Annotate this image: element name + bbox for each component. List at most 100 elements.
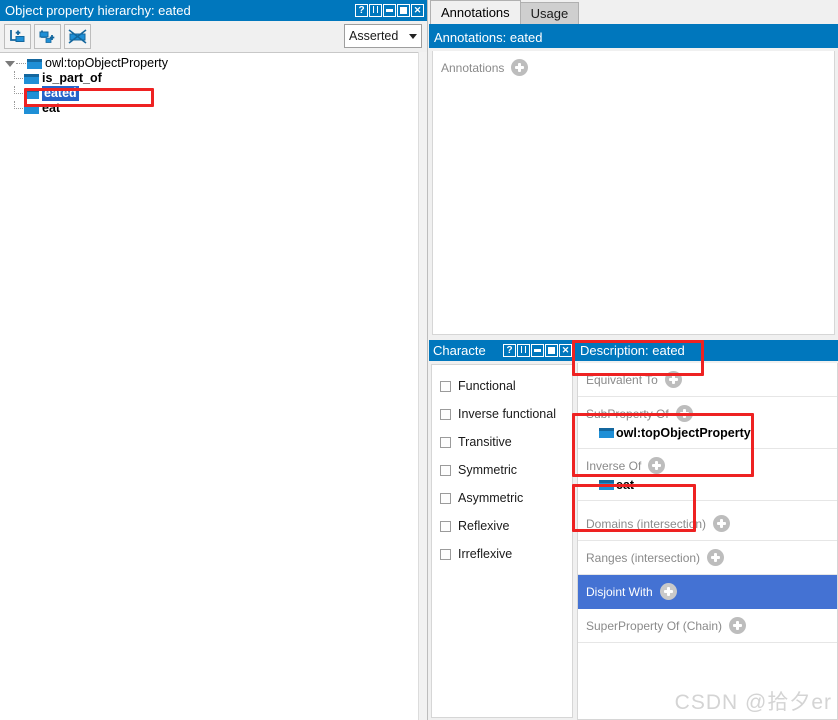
annotations-section: Annotations bbox=[433, 51, 834, 76]
chevron-down-icon bbox=[409, 33, 417, 39]
section-superproperty-of-chain: SuperProperty Of (Chain) bbox=[578, 609, 837, 643]
section-header: Ranges (intersection) bbox=[578, 541, 837, 568]
characteristics-panel-title: Characte bbox=[433, 343, 486, 358]
hierarchy-view-select[interactable]: Asserted bbox=[344, 24, 422, 48]
object-property-icon bbox=[24, 103, 39, 114]
description-panel-title: Description: eated bbox=[580, 343, 685, 358]
tab-annotations[interactable]: Annotations bbox=[430, 0, 521, 24]
checkbox-inverse-functional[interactable]: Inverse functional bbox=[432, 400, 572, 428]
add-range-button[interactable] bbox=[707, 549, 725, 566]
object-property-icon bbox=[24, 88, 39, 99]
object-property-icon bbox=[599, 480, 614, 490]
object-property-icon bbox=[27, 58, 42, 69]
section-label: SubProperty Of bbox=[586, 406, 669, 421]
delete-property-button[interactable] bbox=[64, 24, 91, 49]
object-property-hierarchy-panel: Object property hierarchy: eated ? ✕ Ass… bbox=[0, 0, 428, 720]
checkbox-asymmetric[interactable]: Asymmetric bbox=[432, 484, 572, 512]
help-icon[interactable] bbox=[503, 344, 516, 357]
section-subproperty-of: SubProperty Of owl:topObjectProperty bbox=[578, 397, 837, 449]
checkbox-label: Symmetric bbox=[458, 463, 518, 477]
add-domain-button[interactable] bbox=[713, 515, 731, 532]
split-icon[interactable] bbox=[517, 344, 530, 357]
left-panel-titlebar: Object property hierarchy: eated bbox=[0, 0, 427, 21]
maximize-icon[interactable] bbox=[397, 4, 410, 17]
checkbox-box[interactable] bbox=[440, 548, 451, 560]
tree-item-label: is_part_of bbox=[42, 71, 102, 85]
characteristics-checkbox-list: Functional Inverse functional Transitive… bbox=[431, 364, 573, 718]
hierarchy-toolbar: Asserted bbox=[0, 21, 427, 52]
checkbox-label: Reflexive bbox=[458, 519, 510, 533]
section-label: SuperProperty Of (Chain) bbox=[586, 618, 723, 633]
section-label: Inverse Of bbox=[586, 458, 642, 473]
annotations-section-label: Annotations bbox=[441, 60, 505, 75]
checkbox-box[interactable] bbox=[440, 408, 451, 420]
tree-item-label: owl:topObjectProperty bbox=[45, 56, 168, 70]
add-sibling-property-button[interactable] bbox=[34, 24, 61, 49]
tree-item-is-part-of[interactable]: is_part_of bbox=[0, 71, 418, 86]
add-inverse-of-button[interactable] bbox=[648, 457, 666, 474]
checkbox-box[interactable] bbox=[440, 492, 451, 504]
tab-usage[interactable]: Usage bbox=[519, 2, 580, 24]
section-label: Equivalent To bbox=[586, 372, 658, 387]
tree-item-owl-topobjectproperty[interactable]: owl:topObjectProperty bbox=[0, 56, 418, 71]
section-header: Inverse Of bbox=[578, 449, 837, 476]
checkbox-label: Functional bbox=[458, 379, 516, 393]
add-disjoint-with-button[interactable] bbox=[659, 583, 677, 600]
minimize-icon[interactable] bbox=[531, 344, 544, 357]
annotations-panel-body: Annotations bbox=[432, 51, 835, 335]
section-value-label: eat bbox=[616, 478, 635, 492]
checkbox-reflexive[interactable]: Reflexive bbox=[432, 512, 572, 540]
tab-usage-label: Usage bbox=[530, 6, 569, 21]
tree-scrollbar[interactable] bbox=[418, 52, 427, 720]
minimize-icon[interactable] bbox=[383, 4, 396, 17]
checkbox-irreflexive[interactable]: Irreflexive bbox=[432, 540, 572, 568]
section-header: Equivalent To bbox=[578, 363, 837, 390]
section-value-row[interactable]: eat bbox=[578, 476, 837, 494]
object-property-tree[interactable]: owl:topObjectProperty is_part_of eated e… bbox=[0, 52, 418, 720]
tree-line bbox=[14, 101, 24, 116]
tree-item-eated[interactable]: eated bbox=[0, 86, 418, 101]
add-subproperty-of-button[interactable] bbox=[675, 405, 693, 422]
add-equivalent-to-button[interactable] bbox=[664, 371, 682, 388]
add-subproperty-button[interactable] bbox=[4, 24, 31, 49]
object-property-icon bbox=[24, 73, 39, 84]
characteristics-panel-titlebar: Characte bbox=[429, 340, 575, 361]
split-icon[interactable] bbox=[369, 4, 382, 17]
expand-collapse-icon[interactable] bbox=[3, 60, 16, 67]
maximize-icon[interactable] bbox=[545, 344, 558, 357]
tree-line bbox=[14, 71, 24, 86]
tab-strip: Annotations Usage bbox=[429, 0, 838, 27]
checkbox-box[interactable] bbox=[440, 380, 451, 392]
checkbox-box[interactable] bbox=[440, 436, 451, 448]
protege-window: Object property hierarchy: eated ? ✕ Ass… bbox=[0, 0, 838, 720]
description-panel: Description: eated Equivalent To SubProp… bbox=[575, 340, 838, 720]
section-disjoint-with[interactable]: Disjoint With bbox=[578, 575, 837, 609]
checkbox-transitive[interactable]: Transitive bbox=[432, 428, 572, 456]
add-superproperty-chain-button[interactable] bbox=[729, 617, 747, 634]
close-icon[interactable] bbox=[411, 4, 424, 17]
section-value-row[interactable]: owl:topObjectProperty bbox=[578, 424, 837, 442]
section-label: Domains (intersection) bbox=[586, 516, 707, 531]
tree-item-label: eat bbox=[42, 101, 61, 115]
bottom-split-region: Characte Functional bbox=[429, 340, 838, 720]
checkbox-functional[interactable]: Functional bbox=[432, 372, 572, 400]
checkbox-box[interactable] bbox=[440, 464, 451, 476]
add-annotation-button[interactable] bbox=[511, 59, 529, 76]
characteristics-window-buttons bbox=[503, 344, 575, 357]
hierarchy-view-value: Asserted bbox=[349, 29, 399, 43]
checkbox-symmetric[interactable]: Symmetric bbox=[432, 456, 572, 484]
close-icon[interactable] bbox=[559, 344, 572, 357]
right-column: Annotations Usage Annotations: eated Ann… bbox=[429, 0, 838, 720]
help-icon[interactable] bbox=[355, 4, 368, 17]
section-inverse-of: Inverse Of eat bbox=[578, 449, 837, 501]
tree-item-label-editing[interactable]: eated bbox=[42, 86, 79, 101]
section-header: SuperProperty Of (Chain) bbox=[578, 609, 837, 636]
tree-line bbox=[16, 63, 26, 64]
section-equivalent-to: Equivalent To bbox=[578, 363, 837, 397]
section-header: Domains (intersection) bbox=[578, 507, 837, 534]
section-ranges-intersection: Ranges (intersection) bbox=[578, 541, 837, 575]
checkbox-box[interactable] bbox=[440, 520, 451, 532]
tree-item-eat[interactable]: eat bbox=[0, 101, 418, 116]
section-header: Disjoint With bbox=[578, 575, 837, 602]
tree-line bbox=[14, 86, 24, 101]
